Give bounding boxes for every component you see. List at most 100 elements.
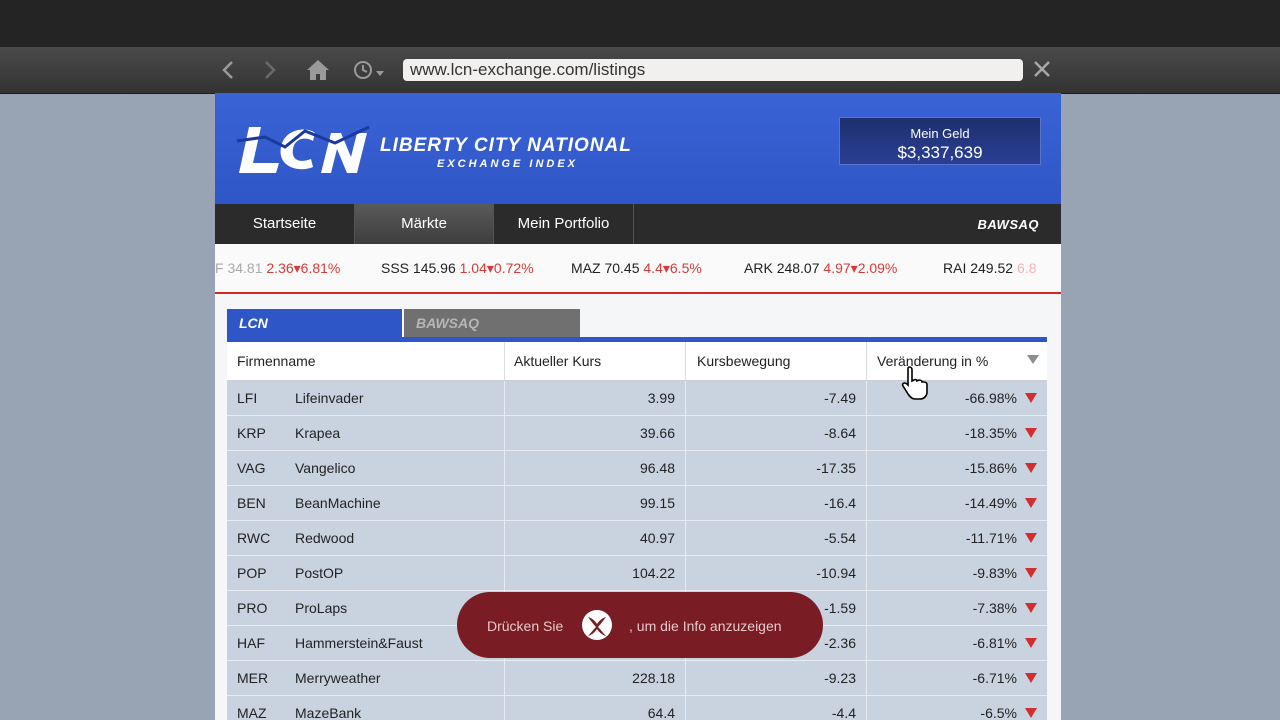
table-row[interactable]: RWC Redwood 40.97 -5.54 -11.71%: [227, 521, 1047, 556]
ticker-item: ARK 248.07 4.97▾2.09%: [744, 260, 898, 276]
tab-bawsaq-label: BAWSAQ: [416, 315, 479, 331]
row-symbol: POP: [237, 565, 267, 581]
toast-text-after: , um die Info anzuzeigen: [629, 618, 782, 634]
address-bar[interactable]: www.lcn-exchange.com/listings: [403, 59, 1023, 81]
row-move: -7.49: [824, 390, 856, 406]
table-row[interactable]: MER Merryweather 228.18 -9.23 -6.71%: [227, 661, 1047, 696]
down-triangle-icon: [1025, 428, 1037, 438]
row-move: -5.54: [824, 530, 856, 546]
row-company: MazeBank: [295, 705, 362, 720]
down-triangle-icon: [1025, 638, 1037, 648]
table-row[interactable]: POP PostOP 104.22 -10.94 -9.83%: [227, 556, 1047, 591]
top-black-bar: [0, 0, 1280, 47]
money-panel: Mein Geld $3,337,639: [839, 117, 1041, 165]
row-company: Hammerstein&Faust: [295, 635, 423, 651]
tab-bawsaq[interactable]: BAWSAQ: [404, 309, 580, 337]
row-symbol: PRO: [237, 600, 268, 616]
row-company: Redwood: [295, 530, 355, 546]
brand-subtitle: EXCHANGE INDEX: [437, 158, 579, 170]
lcn-logo-icon[interactable]: [235, 119, 370, 179]
menu-item-portfolio[interactable]: Mein Portfolio: [494, 204, 634, 244]
row-symbol: RWC: [237, 530, 271, 546]
history-clock-icon[interactable]: [350, 56, 390, 84]
tab-lcn-label: LCN: [239, 315, 268, 331]
down-triangle-icon: [1025, 393, 1037, 403]
row-percent: -9.83%: [972, 565, 1017, 581]
row-price: 99.15: [639, 495, 675, 511]
row-symbol: MAZ: [237, 705, 267, 720]
row-move: -10.94: [816, 565, 856, 581]
row-move: -4.4: [831, 705, 856, 720]
row-move: -8.64: [824, 425, 856, 441]
money-label: Mein Geld: [910, 126, 970, 141]
row-percent: -66.98%: [964, 390, 1017, 406]
table-row[interactable]: KRP Krapea 39.66 -8.64 -18.35%: [227, 416, 1047, 451]
row-price: 228.18: [632, 670, 675, 686]
row-move: -17.35: [816, 460, 856, 476]
row-price: 96.48: [639, 460, 675, 476]
row-company: ProLaps: [295, 600, 348, 616]
row-percent: -7.38%: [972, 600, 1017, 616]
row-company: Lifeinvader: [295, 390, 364, 406]
table-row[interactable]: BEN BeanMachine 99.15 -16.4 -14.49%: [227, 486, 1047, 521]
ticker-item: SSS 145.96 1.04▾0.72%: [381, 260, 534, 276]
back-arrow-icon[interactable]: [214, 56, 242, 84]
row-price: 39.66: [639, 425, 675, 441]
down-triangle-icon: [1025, 463, 1037, 473]
main-menu: Startseite Märkte Mein Portfolio BAWSAQ: [215, 204, 1061, 244]
row-percent: -6.81%: [972, 635, 1017, 651]
row-symbol: VAG: [237, 460, 266, 476]
row-price: 104.22: [632, 565, 675, 581]
row-price: 40.97: [639, 530, 675, 546]
header-kursbewegung[interactable]: Kursbewegung: [697, 342, 790, 380]
table-body: LFI Lifeinvader 3.99 -7.49 -66.98% KRP Krapea 3…: [227, 381, 1047, 720]
row-company: Vangelico: [295, 460, 356, 476]
table-row[interactable]: MAZ MazeBank 64.4 -4.4 -6.5%: [227, 696, 1047, 720]
row-symbol: MER: [237, 670, 269, 686]
row-move: -16.4: [824, 495, 856, 511]
ticker-item: MAZ 70.45 4.4▾6.5%: [571, 260, 702, 276]
hand-cursor-icon: [901, 366, 928, 400]
down-triangle-icon: [1025, 533, 1037, 543]
bawsaq-link[interactable]: BAWSAQ: [978, 217, 1040, 232]
header-veraenderung[interactable]: Veränderung in %: [877, 342, 988, 380]
row-percent: -6.71%: [972, 670, 1017, 686]
xbox-button-icon: [582, 610, 612, 640]
row-price: 3.99: [647, 390, 675, 406]
down-triangle-icon: [1025, 498, 1037, 508]
info-prompt-toast: Drücken Sie , um die Info anzuzeigen: [457, 592, 823, 658]
money-value: $3,337,639: [897, 143, 983, 162]
header-firmenname[interactable]: Firmenname: [237, 342, 316, 380]
row-symbol: LFI: [237, 390, 258, 406]
ticker-item: F 34.81 2.36▾6.81%: [215, 260, 341, 276]
header-banner: LIBERTY CITY NATIONAL EXCHANGE INDEX Mei…: [215, 93, 1061, 204]
down-triangle-icon: [1025, 568, 1037, 578]
header-kurs[interactable]: Aktueller Kurs: [514, 342, 601, 380]
table-row[interactable]: VAG Vangelico 96.48 -17.35 -15.86%: [227, 451, 1047, 486]
ticker-item: RAI 249.52 6.8: [943, 260, 1037, 276]
menu-item-maerkte[interactable]: Märkte: [355, 204, 494, 244]
toast-text-before: Drücken Sie: [487, 618, 564, 634]
row-move: -9.23: [824, 670, 856, 686]
row-percent: -6.5%: [980, 705, 1017, 720]
column-divider: [866, 342, 867, 380]
tab-lcn[interactable]: LCN: [227, 309, 402, 337]
row-symbol: KRP: [237, 425, 266, 441]
row-company: BeanMachine: [295, 495, 381, 511]
row-percent: -15.86%: [964, 460, 1017, 476]
stock-ticker: F 34.81 2.36▾6.81% SSS 145.96 1.04▾0.72%…: [215, 244, 1061, 294]
menu-item-startseite[interactable]: Startseite: [215, 204, 355, 244]
down-triangle-icon: [1025, 673, 1037, 683]
close-icon[interactable]: [1030, 56, 1054, 82]
down-triangle-icon: [1025, 603, 1037, 613]
home-icon[interactable]: [304, 56, 332, 84]
column-divider: [685, 342, 686, 380]
sort-down-icon[interactable]: [1027, 355, 1039, 364]
row-company: Krapea: [295, 425, 341, 441]
row-percent: -18.35%: [964, 425, 1017, 441]
browser-toolbar: www.lcn-exchange.com/listings: [0, 47, 1280, 94]
brand-title: LIBERTY CITY NATIONAL: [380, 135, 632, 156]
forward-arrow-icon[interactable]: [256, 56, 284, 84]
row-symbol: BEN: [237, 495, 266, 511]
row-percent: -11.71%: [965, 530, 1017, 546]
